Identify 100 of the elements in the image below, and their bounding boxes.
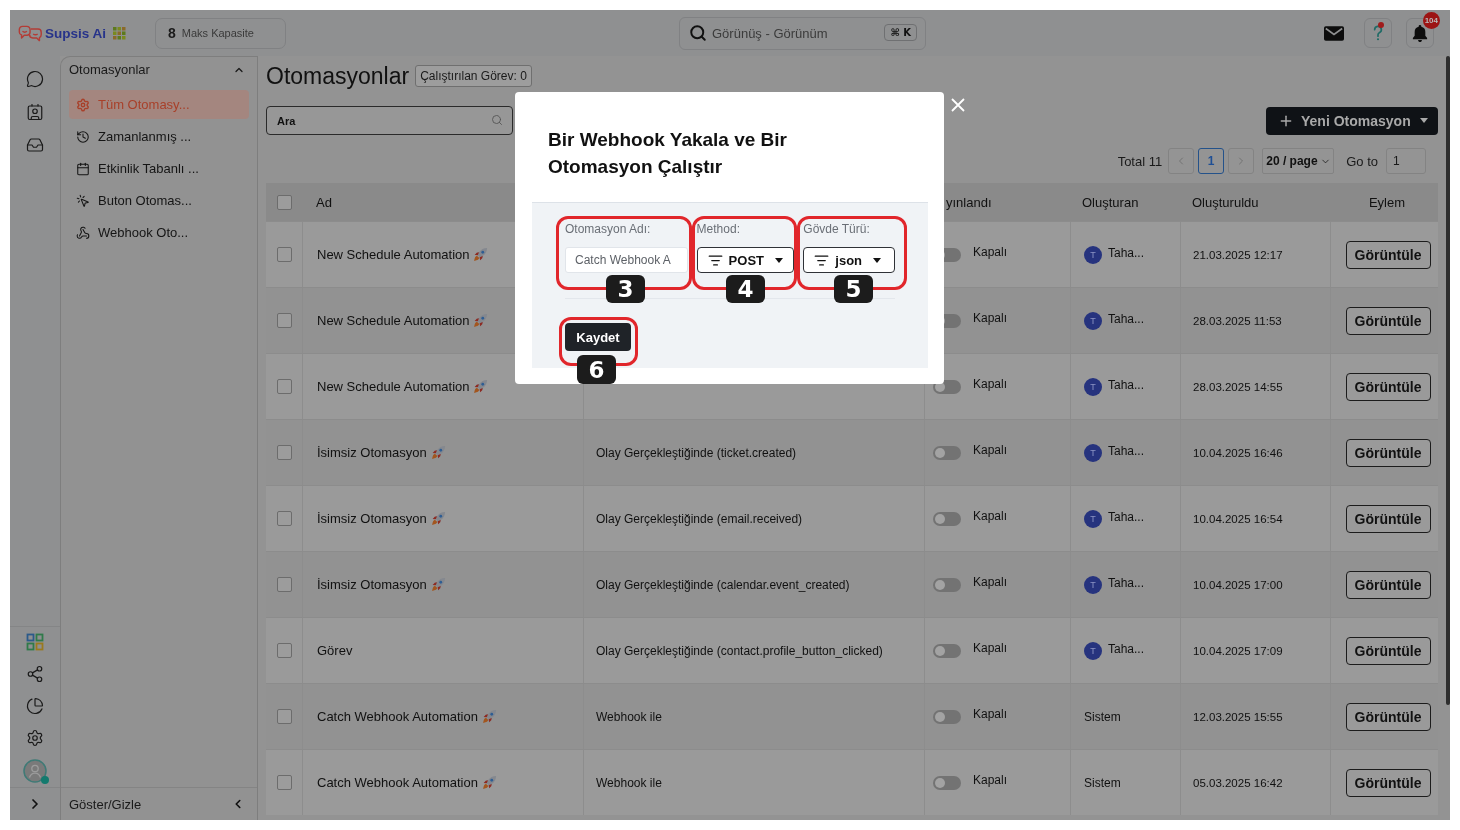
row-checkbox[interactable] [276,379,292,394]
webhook-icon [76,225,90,240]
user-avatar: T [1084,443,1102,462]
pie-chart-icon[interactable] [26,697,44,715]
search-icon [689,23,707,42]
capacity-count: 8 [168,25,176,41]
toggle-switch[interactable] [933,445,961,460]
row-checkbox[interactable] [276,511,292,526]
view-button[interactable]: Görüntüle [1345,768,1431,797]
total-count: Total 11 [1117,153,1163,169]
select-all-checkbox[interactable] [276,194,292,210]
created-date: 10.04.2025 16:54 [1193,512,1283,525]
caret-icon [873,257,882,263]
toggle-switch[interactable] [933,775,961,790]
goto-label: Go to [1346,153,1378,169]
row-checkbox[interactable] [276,313,292,328]
automation-name: New Schedule Automation [317,313,470,328]
created-date: 28.03.2025 14:55 [1193,380,1283,393]
column-header: Oluşturan [1082,194,1139,210]
toggle-switch[interactable] [933,511,961,526]
caret-icon [775,257,783,263]
capacity-label: Maks Kapasite [181,27,254,39]
automation-name: New Schedule Automation [317,379,470,394]
automation-name: İsimsiz Otomasyon [317,511,427,526]
sidebar-item[interactable]: Buton Otomas... [69,186,249,215]
user-avatar: T [1084,311,1102,330]
column-header: Eylem [1368,194,1406,210]
row-checkbox[interactable] [276,247,292,262]
user-avatar: T [1084,641,1102,660]
view-button[interactable]: Görüntüle [1345,570,1431,599]
row-checkbox[interactable] [276,709,292,724]
caret-icon [1420,118,1428,123]
dropdown-button[interactable]: json [803,247,895,273]
step-number-badge: 4 [726,275,765,303]
step-number-badge: 3 [606,275,645,303]
filter-icon [814,252,830,268]
goto-input[interactable]: 1 [1386,148,1426,174]
dropdown-button[interactable]: POST [696,247,795,273]
view-button[interactable]: Görüntüle [1345,438,1431,467]
row-checkbox[interactable] [276,643,292,658]
notification-count: 104 [1422,12,1440,29]
status-text: Kapalı [973,575,1008,589]
status-text: Kapalı [973,443,1008,457]
contact-card-icon[interactable] [26,103,44,121]
logo-icon [18,24,43,42]
created-date: 12.03.2025 15:55 [1193,710,1283,723]
inbox-icon[interactable] [26,136,44,154]
page-size-select[interactable]: 20 / page [1262,148,1335,174]
row-checkbox[interactable] [276,577,292,592]
search-field[interactable]: Ara [266,106,513,135]
automation-name: Catch Webhook Automation [317,775,478,790]
creator-name: Taha... [1108,245,1145,260]
user-avatar: T [1084,377,1102,396]
sidebar-item[interactable]: Webhook Oto... [69,218,249,247]
apps-grid-icon[interactable] [26,633,44,651]
toggle-switch[interactable] [933,643,961,658]
help-icon [1373,24,1383,42]
settings-icon[interactable] [26,729,44,747]
toggle-sidebar-label[interactable]: Göster/Gizle [69,796,142,812]
gear-icon [76,97,90,112]
view-button[interactable]: Görüntüle [1345,504,1431,533]
click-pointer-icon [76,193,90,208]
toggle-switch[interactable] [933,709,961,724]
filter-icon [707,252,723,268]
view-button[interactable]: Görüntüle [1345,240,1431,269]
sidebar-item[interactable]: Zamanlanmış ... [69,122,249,151]
row-checkbox[interactable] [276,775,292,790]
mail-icon[interactable] [1324,25,1344,41]
close-icon[interactable] [951,98,965,112]
new-automation-button[interactable]: Yeni Otomasyon [1266,106,1438,135]
status-text: Kapalı [973,377,1008,391]
status-text: Kapalı [973,245,1008,259]
toggle-switch[interactable] [933,577,961,592]
bell-icon [1412,24,1428,42]
help-button[interactable] [1364,18,1392,48]
calendar-icon [76,161,90,176]
share-icon[interactable] [26,665,44,683]
status-text: Kapalı [973,707,1008,721]
apps-grid-icon[interactable] [113,26,126,40]
created-date: 28.03.2025 11:53 [1193,314,1282,327]
view-button[interactable]: Görüntüle [1345,702,1431,731]
created-date: 10.04.2025 17:00 [1193,578,1283,591]
chat-bubble-icon[interactable] [26,70,44,88]
user-avatar-icon[interactable] [23,759,47,783]
column-header: Oluşturuldu [1192,194,1259,210]
search-icon [491,114,503,126]
row-checkbox[interactable] [276,445,292,460]
scrollbar-thumb[interactable] [1446,56,1450,705]
view-button[interactable]: Görüntüle [1345,636,1431,665]
save-button[interactable]: Kaydet [565,323,631,351]
creator-name: Taha... [1108,575,1145,590]
sidebar-item[interactable]: Etkinlik Tabanlı ... [69,154,249,183]
status-text: Kapalı [973,509,1008,523]
view-button[interactable]: Görüntüle [1345,372,1431,401]
automation-name: New Schedule Automation [317,247,470,262]
step-number-badge: 5 [834,275,873,303]
trigger-text: Olay Gerçekleştiğinde (email.received) [596,511,803,526]
page-title: Otomasyonlar [266,62,410,90]
view-button[interactable]: Görüntüle [1345,306,1431,335]
name-input[interactable]: Catch Webhook A [565,247,688,273]
